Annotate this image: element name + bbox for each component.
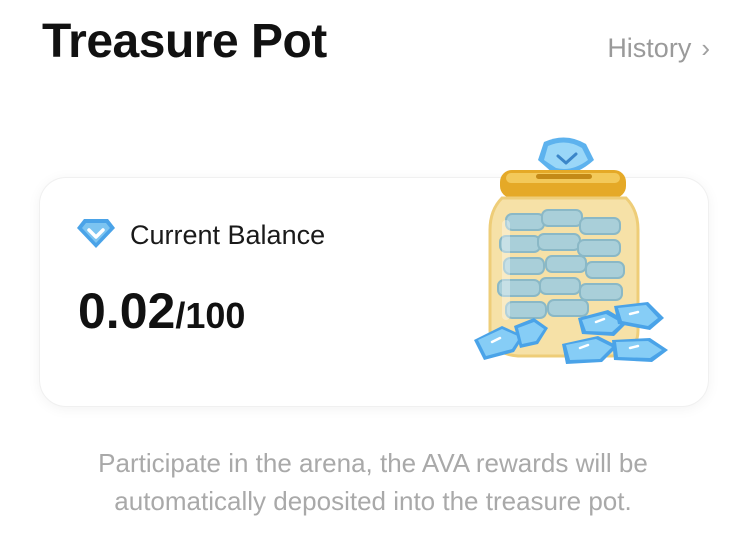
balance-header: Current Balance [76,216,325,255]
info-note-line1: Participate in the arena, the AVA reward… [98,448,648,478]
treasure-jar-icon [462,130,676,370]
info-note-line2: automatically deposited into the treasur… [114,486,632,516]
balance-max: /100 [175,295,246,336]
page-title: Treasure Pot [42,15,327,68]
chevron-right-icon: › [701,33,710,63]
info-note: Participate in the arena, the AVA reward… [0,444,746,520]
diamond-gem-icon [76,216,116,255]
history-link[interactable]: History › [607,33,710,64]
balance-current: 0.02 [78,283,176,339]
balance-amount: 0.02/100 [78,282,245,340]
current-balance-label: Current Balance [130,220,326,250]
history-label: History [607,33,692,63]
